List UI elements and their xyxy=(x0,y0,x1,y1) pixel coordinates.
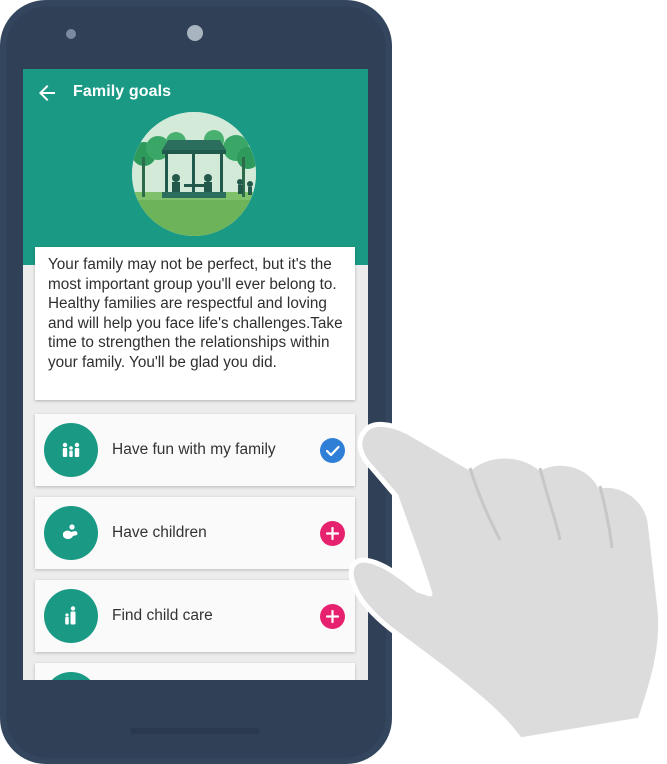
pointing-hand-icon xyxy=(348,422,664,743)
